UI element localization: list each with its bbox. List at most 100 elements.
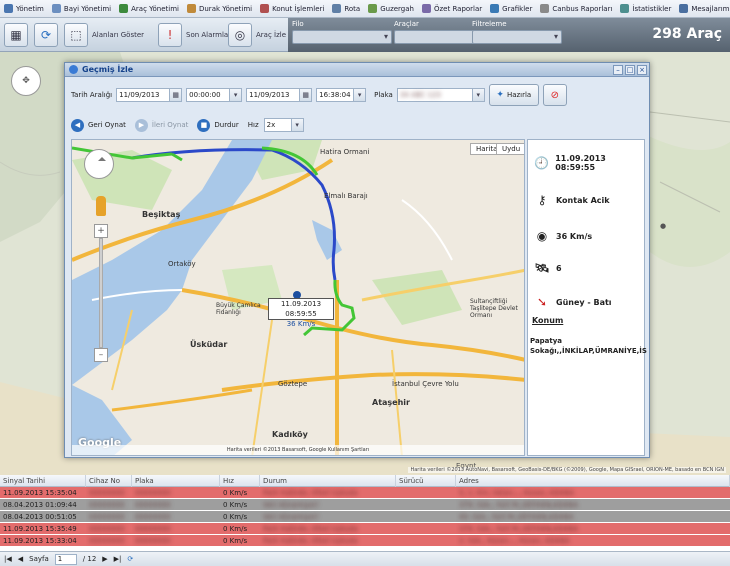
grid-column-header[interactable]: Cihaz No <box>86 475 132 487</box>
next-page-icon[interactable]: ▶ <box>102 555 107 563</box>
redacted-cell: 00000000 <box>135 513 171 521</box>
map-attribution: Harita verileri ©2013 Basarsoft, Google … <box>72 445 524 455</box>
grid-column-header[interactable]: Hız <box>220 475 260 487</box>
speed-select[interactable]: 2x ▾ <box>263 118 304 132</box>
map-place-label: Hatira Ormani <box>320 148 370 156</box>
prepare-icon: ✦ <box>496 90 504 100</box>
bg-map-pan-control[interactable]: ✥ <box>11 66 41 96</box>
menu-icon <box>332 4 342 13</box>
grid-column-header[interactable]: Plaka <box>132 475 220 487</box>
menu-item[interactable]: Grafikler <box>486 0 536 17</box>
zoom-out-button[interactable]: – <box>94 348 108 362</box>
map-pan-control[interactable] <box>84 149 114 179</box>
prev-page-icon[interactable]: ◀ <box>18 555 23 563</box>
table-row[interactable]: 11.09.2013 15:35:49 00000000 00000000 0 Km/… <box>0 523 730 535</box>
fleet-select[interactable] <box>292 30 392 44</box>
menu-item[interactable]: Bayi Yönetimi <box>48 0 115 17</box>
last-alarms-button[interactable]: ! Son Alarmlar <box>158 22 231 48</box>
first-page-icon[interactable]: |◀ <box>4 555 12 563</box>
grid-column-header[interactable]: Durum <box>260 475 396 487</box>
area-icon: ⬚ <box>64 23 88 47</box>
menu-item[interactable]: Mesajlarım <box>675 0 730 17</box>
page-label: Sayfa <box>29 555 49 563</box>
table-row[interactable]: 11.09.2013 15:33:04 00000000 00000000 0 Km/… <box>0 535 730 547</box>
street-view-icon[interactable] <box>96 196 106 216</box>
grid-cell-speed: 0 Km/s <box>223 525 248 533</box>
start-time-field[interactable]: 00:00:00 ▾ <box>186 88 243 102</box>
history-map[interactable]: Harita Uydu + – Beşiktaş Üsküdar Ataşehir K… <box>71 139 525 456</box>
grid-cell-status: Veri Alınamıyor! <box>263 501 319 509</box>
grid-column-header[interactable]: Sürücü <box>396 475 456 487</box>
calendar-icon[interactable]: ▦ <box>169 89 182 101</box>
menu-item[interactable]: Guzergah <box>364 0 418 17</box>
filtering-filter[interactable]: Filtreleme <box>472 20 562 50</box>
calendar-icon[interactable]: ▦ <box>299 89 312 101</box>
page-count: / 12 <box>82 555 97 563</box>
grid-cell-driver <box>396 487 456 498</box>
chevron-down-icon[interactable]: ▾ <box>353 89 366 101</box>
menu-item[interactable]: Yönetim <box>0 0 48 17</box>
forward-icon: ▶ <box>134 118 148 132</box>
menu-item[interactable]: Canbus Raporları <box>536 0 616 17</box>
chevron-down-icon[interactable]: ▾ <box>471 89 484 101</box>
zoom-in-button[interactable]: + <box>94 224 108 238</box>
location-label: Konum <box>532 316 564 325</box>
refresh-button[interactable]: ⟳ <box>34 22 62 48</box>
menu-item[interactable]: Araç Yönetimi <box>115 0 183 17</box>
plate-select[interactable]: 34 ABC 123 ▾ <box>396 88 485 102</box>
show-areas-button[interactable]: ⬚ Alanları Göster <box>64 22 144 48</box>
rewind-button[interactable]: ◀ Geri Oynat <box>71 118 130 133</box>
map-place-label: Sultançiftliği Taşlitepe Devlet Ormanı <box>470 298 518 319</box>
table-row[interactable]: 08.04.2013 00:51:05 00000000 00000000 0 Km/… <box>0 511 730 523</box>
cancel-button[interactable]: ⊘ <box>542 84 567 106</box>
forward-button[interactable]: ▶ İleri Oynat <box>134 118 193 133</box>
info-direction-row: ➘ Güney - Batı <box>534 294 612 310</box>
page-input[interactable]: 1 <box>54 553 77 565</box>
last-page-icon[interactable]: ▶| <box>114 555 122 563</box>
prepare-button[interactable]: ✦ Hazırla <box>488 84 539 106</box>
info-ignition-row: ⚷ Kontak Acik <box>534 192 610 208</box>
dialog-title: Geçmiş İzle <box>82 65 134 74</box>
end-time-field[interactable]: 16:38:04 ▾ <box>316 88 367 102</box>
track-vehicle-button[interactable]: ◎ Araç İzle <box>228 22 286 48</box>
prepare-label: Hazırla <box>506 91 532 99</box>
menu-icon <box>540 4 550 13</box>
menu-item[interactable]: Özet Raporlar <box>418 0 486 17</box>
menu-item-label: Rota <box>344 4 361 13</box>
stop-button[interactable]: ■ Durdur <box>197 118 242 133</box>
chevron-down-icon[interactable]: ▾ <box>290 119 303 131</box>
table-row[interactable]: 11.09.2013 15:35:04 00000000 00000000 0 Km/… <box>0 487 730 499</box>
info-time-row: 🕘 11.09.2013 08:59:55 <box>534 154 644 172</box>
end-date-field[interactable]: 11/09/2013 ▦ <box>246 88 313 102</box>
date-range-label: Tarih Aralığı <box>71 91 113 99</box>
map-place-label: Beşiktaş <box>142 210 181 219</box>
info-direction: Güney - Batı <box>556 297 612 307</box>
grid-column-header[interactable]: Sinyal Tarihi <box>0 475 86 487</box>
grid-column-header[interactable]: Adres <box>456 475 730 487</box>
close-button[interactable]: × <box>637 65 647 75</box>
refresh-icon[interactable]: ⟳ <box>127 555 133 563</box>
menu-item[interactable]: İstatistikler <box>616 0 675 17</box>
filtering-input[interactable] <box>472 30 562 44</box>
maximize-button[interactable]: □ <box>625 65 635 75</box>
menu-item-label: Konut İşlemleri <box>272 4 325 13</box>
start-date-field[interactable]: 11/09/2013 ▦ <box>116 88 183 102</box>
chevron-down-icon[interactable]: ▾ <box>229 89 242 101</box>
info-ignition: Kontak Acik <box>556 195 610 205</box>
vehicle-info-panel: 🕘 11.09.2013 08:59:55 ⚷ Kontak Acik ◉ 36… <box>527 139 647 456</box>
menu-item[interactable]: Rota <box>328 0 364 17</box>
menu-item[interactable]: Konut İşlemleri <box>256 0 328 17</box>
map-type-satellite-button[interactable]: Uydu <box>496 143 524 155</box>
menu-item-label: Mesajlarım <box>691 4 730 13</box>
grid-cell-status: Veri Alınamıyor! <box>263 513 319 521</box>
minimize-button[interactable]: – <box>613 65 623 75</box>
map-toggle-button[interactable]: ▦ <box>4 22 32 48</box>
fleet-filter[interactable]: Filo <box>292 20 392 50</box>
refresh-icon: ⟳ <box>34 23 58 47</box>
info-time: 11.09.2013 08:59:55 <box>555 154 606 172</box>
menu-item[interactable]: Durak Yönetimi <box>183 0 256 17</box>
bg-map-city-label: ● <box>660 222 667 230</box>
table-row[interactable]: 08.04.2013 01:09:44 00000000 00000000 0 Km/… <box>0 499 730 511</box>
zoom-slider[interactable] <box>99 238 103 348</box>
zoom-control[interactable]: + – <box>94 224 108 364</box>
